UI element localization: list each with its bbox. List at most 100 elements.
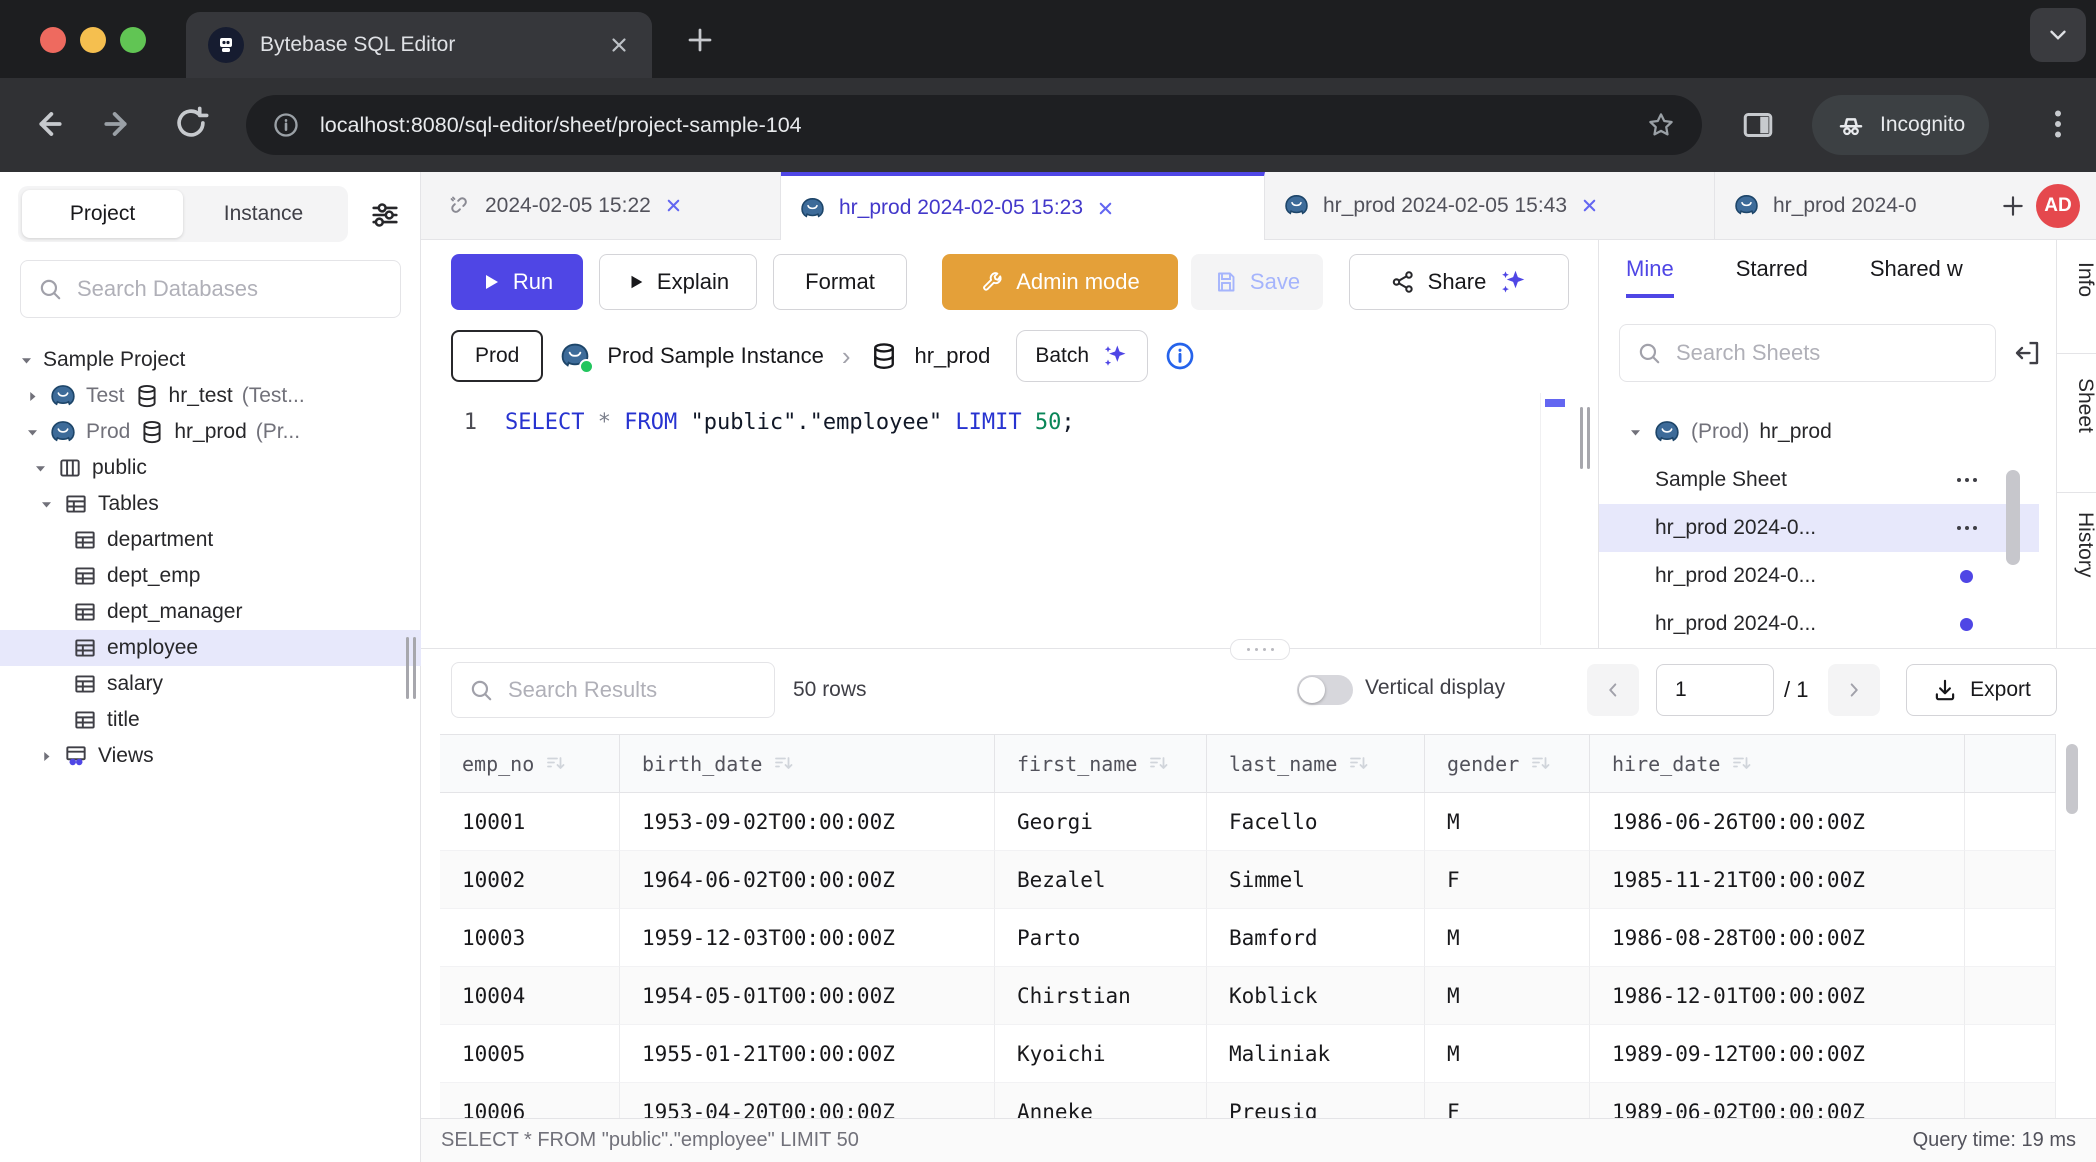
environment-chip[interactable]: Prod: [451, 330, 543, 382]
tree-item-table-title[interactable]: title: [0, 702, 421, 738]
tree-item-table-department[interactable]: department: [0, 522, 421, 558]
tree-item-table-employee-selected[interactable]: employee: [0, 630, 421, 666]
share-button[interactable]: Share: [1349, 254, 1569, 310]
editor-tab-3[interactable]: hr_prod 2024-02-05 15:43: [1265, 172, 1715, 239]
tab-mine[interactable]: Mine: [1626, 256, 1674, 298]
sheet-item[interactable]: hr_prod 2024-0...: [1599, 552, 2039, 600]
minimize-window-button[interactable]: [80, 27, 106, 53]
more-menu-icon[interactable]: [1957, 526, 1977, 530]
page-number-input[interactable]: [1656, 664, 1774, 716]
tree-item-table-dept-manager[interactable]: dept_manager: [0, 594, 421, 630]
column-header-hire-date[interactable]: hire_date: [1590, 735, 1965, 793]
tree-item-database-hr-test[interactable]: Test hr_test (Test...: [0, 378, 421, 414]
column-header-first-name[interactable]: first_name: [995, 735, 1207, 793]
save-button[interactable]: Save: [1191, 254, 1323, 310]
tree-item-schema-public[interactable]: public: [0, 450, 421, 486]
add-tab-button[interactable]: [1985, 172, 2041, 239]
chevron-right-icon: [1843, 679, 1865, 701]
tab-info[interactable]: Info: [2057, 262, 2096, 297]
admin-mode-button[interactable]: Admin mode: [942, 254, 1178, 310]
tree-item-database-hr-prod[interactable]: Prod hr_prod (Pr...: [0, 414, 421, 450]
tree-item-views-group[interactable]: Views: [0, 738, 421, 774]
results-search-input[interactable]: [506, 676, 758, 704]
prev-page-button[interactable]: [1587, 664, 1639, 716]
back-icon[interactable]: [28, 104, 68, 144]
bookmark-star-icon[interactable]: [1646, 110, 1676, 140]
address-bar[interactable]: localhost:8080/sql-editor/sheet/project-…: [246, 95, 1702, 155]
instance-name[interactable]: Prod Sample Instance: [607, 343, 823, 369]
editor-tab-2-active[interactable]: hr_prod 2024-02-05 15:23: [781, 172, 1265, 240]
new-tab-button[interactable]: [676, 16, 724, 64]
tab-starred[interactable]: Starred: [1736, 256, 1808, 298]
database-name[interactable]: hr_prod: [915, 343, 991, 369]
share-label: Share: [1428, 269, 1487, 295]
next-page-button[interactable]: [1828, 664, 1880, 716]
run-button[interactable]: Run: [451, 254, 583, 310]
tab-project[interactable]: Project: [22, 190, 183, 238]
tab-history[interactable]: History: [2057, 512, 2096, 577]
vertical-display-toggle[interactable]: [1297, 675, 1353, 705]
filter-sliders-icon[interactable]: [368, 198, 402, 232]
more-menu-icon[interactable]: [1957, 478, 1977, 482]
cell-empty: [1965, 909, 2056, 967]
caret-down-icon[interactable]: [18, 353, 34, 368]
close-window-button[interactable]: [40, 27, 66, 53]
batch-button[interactable]: Batch: [1016, 330, 1148, 382]
sheet-search[interactable]: [1619, 324, 1996, 382]
site-info-icon[interactable]: [272, 111, 300, 139]
editor-minimap[interactable]: [1540, 393, 1571, 645]
table-icon: [72, 563, 98, 589]
close-icon[interactable]: [1580, 196, 1599, 215]
close-icon[interactable]: [664, 196, 683, 215]
column-header-birth-date[interactable]: birth_date: [620, 735, 995, 793]
caret-right-icon[interactable]: [24, 389, 40, 404]
panel-resize-handle[interactable]: [1580, 407, 1590, 469]
column-header-gender[interactable]: gender: [1425, 735, 1590, 793]
format-button[interactable]: Format: [773, 254, 907, 310]
tab-instance[interactable]: Instance: [183, 190, 344, 238]
close-icon[interactable]: [1096, 199, 1115, 218]
browser-menu-icon[interactable]: [2040, 106, 2076, 142]
close-tab-icon[interactable]: [608, 34, 630, 56]
results-scrollbar[interactable]: [2066, 744, 2078, 814]
reload-icon[interactable]: [172, 104, 210, 142]
admin-mode-label: Admin mode: [1016, 269, 1140, 295]
editor-tab-1[interactable]: 2024-02-05 15:22: [430, 172, 781, 239]
caret-down-icon[interactable]: [24, 425, 40, 440]
tree-item-project[interactable]: Sample Project: [0, 342, 421, 378]
caret-down-icon[interactable]: [38, 497, 54, 512]
export-button[interactable]: Export: [1906, 664, 2057, 716]
sheet-item[interactable]: hr_prod 2024-0...: [1599, 600, 2039, 648]
sparkle-icon: [1101, 342, 1129, 370]
sql-code-editor[interactable]: 1 SELECT * FROM "public"."employee" LIMI…: [421, 388, 1598, 648]
user-avatar[interactable]: AD: [2036, 184, 2080, 228]
tree-item-tables-group[interactable]: Tables: [0, 486, 421, 522]
import-sheet-icon[interactable]: [2012, 338, 2042, 368]
sheet-group-hr-prod[interactable]: (Prod) hr_prod: [1599, 408, 2039, 456]
tree-item-table-salary[interactable]: salary: [0, 666, 421, 702]
zoom-window-button[interactable]: [120, 27, 146, 53]
tab-shared[interactable]: Shared w: [1870, 256, 1963, 298]
results-search[interactable]: [451, 662, 775, 718]
editor-tab-4[interactable]: hr_prod 2024-0: [1715, 172, 1985, 239]
caret-right-icon[interactable]: [38, 749, 54, 764]
caret-down-icon[interactable]: [32, 461, 48, 476]
sheet-search-input[interactable]: [1674, 339, 1979, 367]
caret-down-icon[interactable]: [1627, 425, 1643, 440]
sidebar-resize-handle[interactable]: [406, 637, 416, 699]
sheet-item[interactable]: Sample Sheet: [1599, 456, 2039, 504]
column-header-emp-no[interactable]: emp_no: [440, 735, 620, 793]
side-panel-icon[interactable]: [1740, 107, 1776, 143]
tree-item-table-dept-emp[interactable]: dept_emp: [0, 558, 421, 594]
info-icon[interactable]: [1164, 340, 1196, 372]
forward-icon[interactable]: [98, 104, 138, 144]
tab-search-chevron-button[interactable]: [2030, 8, 2086, 62]
browser-tab[interactable]: Bytebase SQL Editor: [186, 12, 652, 78]
tab-sheet[interactable]: Sheet: [2057, 378, 2096, 433]
database-search-input[interactable]: [75, 275, 384, 303]
database-search[interactable]: [20, 260, 401, 318]
sheet-item-selected[interactable]: hr_prod 2024-0...: [1599, 504, 2039, 552]
sheet-list-scrollbar[interactable]: [2006, 470, 2020, 565]
column-header-last-name[interactable]: last_name: [1207, 735, 1425, 793]
explain-button[interactable]: Explain: [599, 254, 757, 310]
